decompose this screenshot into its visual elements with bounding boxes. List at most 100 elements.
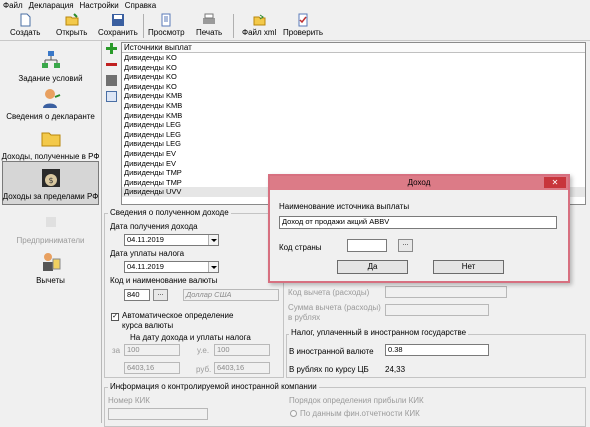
list-item[interactable]: Дивиденды LEG	[122, 130, 585, 140]
print-button[interactable]: Печать	[196, 13, 222, 40]
print-label: Печать	[196, 28, 223, 37]
save-button[interactable]: Сохранить	[98, 13, 138, 40]
menu-declaration[interactable]: Декларация	[29, 1, 74, 10]
tax-foreign-label: В иностранной валюте	[289, 347, 374, 356]
copy-icon[interactable]	[106, 91, 117, 102]
xml-file-button[interactable]: Файл xml	[242, 13, 276, 40]
rub-field-1: 6403,16	[124, 362, 180, 374]
menu-help[interactable]: Справка	[125, 1, 156, 10]
list-tools	[106, 43, 120, 107]
sidebar-item-income-rf[interactable]: Доходы, полученные в РФ	[2, 120, 99, 164]
chevron-down-icon[interactable]	[208, 235, 218, 245]
list-item[interactable]: Дивиденды KO	[122, 53, 585, 63]
date-received-label: Дата получения дохода	[110, 222, 198, 231]
open-button[interactable]: Открыть	[56, 13, 87, 40]
sidebar: Задание условий Сведения о декларанте До…	[0, 41, 102, 423]
cfc-number-field	[108, 408, 208, 420]
list-item[interactable]: Дивиденды KMB	[122, 111, 585, 121]
list-item[interactable]: Дивиденды LEG	[122, 120, 585, 130]
country-code-field[interactable]	[347, 239, 387, 252]
sidebar-item-deductions[interactable]: Вычеты	[2, 244, 99, 288]
sidebar-item-label: Доходы, полученные в РФ	[1, 152, 100, 161]
cfc-group	[104, 387, 586, 427]
source-name-label: Наименование источника выплаты	[279, 202, 410, 211]
menu-file[interactable]: Файл	[3, 1, 23, 10]
menu-settings[interactable]: Настройки	[80, 1, 119, 10]
sidebar-item-income-abroad[interactable]: $ Доходы за пределами РФ	[2, 161, 99, 205]
currency-code-field[interactable]: 840	[124, 289, 150, 301]
deduction-sum-unit: в рублях	[288, 313, 321, 322]
check-button[interactable]: Проверить	[283, 13, 323, 40]
check-label: Проверить	[283, 28, 324, 37]
remove-icon[interactable]	[106, 59, 117, 70]
country-browse-button[interactable]: ...	[398, 239, 413, 252]
deduction-sum-field	[385, 304, 489, 316]
ue-label: у.е.	[197, 346, 210, 355]
list-item[interactable]: Дивиденды EV	[122, 149, 585, 159]
menu-bar: Файл Декларация Настройки Справка	[0, 0, 590, 11]
date-tax-field[interactable]: 04.11.2019	[124, 261, 219, 273]
list-item[interactable]: Дивиденды LEG	[122, 139, 585, 149]
rate-date-label: На дату дохода и уплаты налога	[130, 333, 251, 342]
entrepreneur-icon	[45, 217, 56, 227]
dialog-title: Доход	[407, 178, 431, 187]
source-name-field[interactable]: Доход от продажи акций ABBV	[279, 216, 557, 229]
toolbar: Создать Открыть Сохранить Просмотр Печат…	[0, 11, 590, 41]
tax-foreign-field[interactable]: 0.38	[385, 344, 489, 356]
cfc-radio[interactable]	[290, 410, 297, 417]
tax-rub-label: В рублях по курсу ЦБ	[289, 365, 369, 374]
close-icon[interactable]: ✕	[544, 177, 566, 188]
date-received-value: 04.11.2019	[127, 235, 164, 244]
new-document-icon	[20, 13, 31, 27]
auto-rate-label: Автоматическое определение курса валюты	[122, 311, 234, 330]
sidebar-item-declarant[interactable]: Сведения о декларанте	[2, 80, 99, 124]
foreign-tax-title: Налог, уплаченный в иностранном государс…	[289, 328, 469, 337]
rub-label: руб.	[196, 365, 212, 374]
deduction-code-label: Код вычета (расходы)	[288, 288, 370, 297]
xml-export-icon	[253, 14, 266, 26]
check-document-icon	[298, 13, 308, 27]
printer-icon	[203, 13, 216, 24]
list-item[interactable]: Дивиденды EV	[122, 159, 585, 169]
folder-icon	[41, 132, 60, 147]
xml-file-label: Файл xml	[242, 28, 277, 37]
sidebar-item-label: Доходы за пределами РФ	[2, 192, 99, 201]
open-label: Открыть	[56, 28, 88, 37]
edit-icon[interactable]	[106, 75, 117, 86]
preview-label: Просмотр	[148, 28, 185, 37]
sidebar-item-label: Вычеты	[36, 276, 65, 285]
date-tax-label: Дата уплаты налога	[110, 249, 185, 258]
preview-icon	[161, 13, 171, 27]
list-item[interactable]: Дивиденды KO	[122, 63, 585, 73]
list-item[interactable]: Дивиденды KMB	[122, 101, 585, 111]
income-dialog: Доход ✕ Наименование источника выплаты Д…	[268, 174, 570, 283]
list-item[interactable]: Дивиденды KO	[122, 72, 585, 82]
yes-button[interactable]: Да	[337, 260, 408, 274]
list-item[interactable]: Дивиденды KO	[122, 82, 585, 92]
cfc-number-label: Номер КИК	[108, 396, 150, 405]
currency-label: Код и наименование валюты	[110, 276, 218, 285]
date-tax-value: 04.11.2019	[127, 262, 164, 271]
currency-browse-button[interactable]: ...	[153, 289, 168, 301]
list-header: Источники выплат	[122, 43, 585, 53]
date-received-field[interactable]: 04.11.2019	[124, 234, 219, 246]
preview-button[interactable]: Просмотр	[148, 13, 185, 40]
tax-rub-value: 24,33	[385, 365, 406, 374]
save-disk-icon	[111, 14, 124, 26]
ue-field: 100	[214, 344, 270, 356]
auto-rate-checkbox[interactable]: ✓	[111, 313, 119, 321]
create-button[interactable]: Создать	[10, 13, 40, 40]
hierarchy-icon	[41, 51, 60, 68]
toolbar-separator	[143, 14, 144, 38]
sidebar-item-entrepreneurs[interactable]: Предприниматели	[2, 204, 99, 248]
dialog-titlebar: Доход ✕	[270, 176, 568, 190]
za-label: за	[112, 346, 121, 355]
cfc-profit-label: Порядок определения прибыли КИК	[289, 396, 424, 405]
no-button[interactable]: Нет	[433, 260, 504, 274]
chevron-down-icon[interactable]	[208, 262, 218, 272]
income-group-title: Сведения о полученном доходе	[108, 208, 231, 217]
add-icon[interactable]	[106, 43, 117, 54]
list-item[interactable]: Дивиденды KMB	[122, 91, 585, 101]
calculator-person-icon	[42, 253, 60, 271]
deduction-code-field	[385, 286, 507, 298]
